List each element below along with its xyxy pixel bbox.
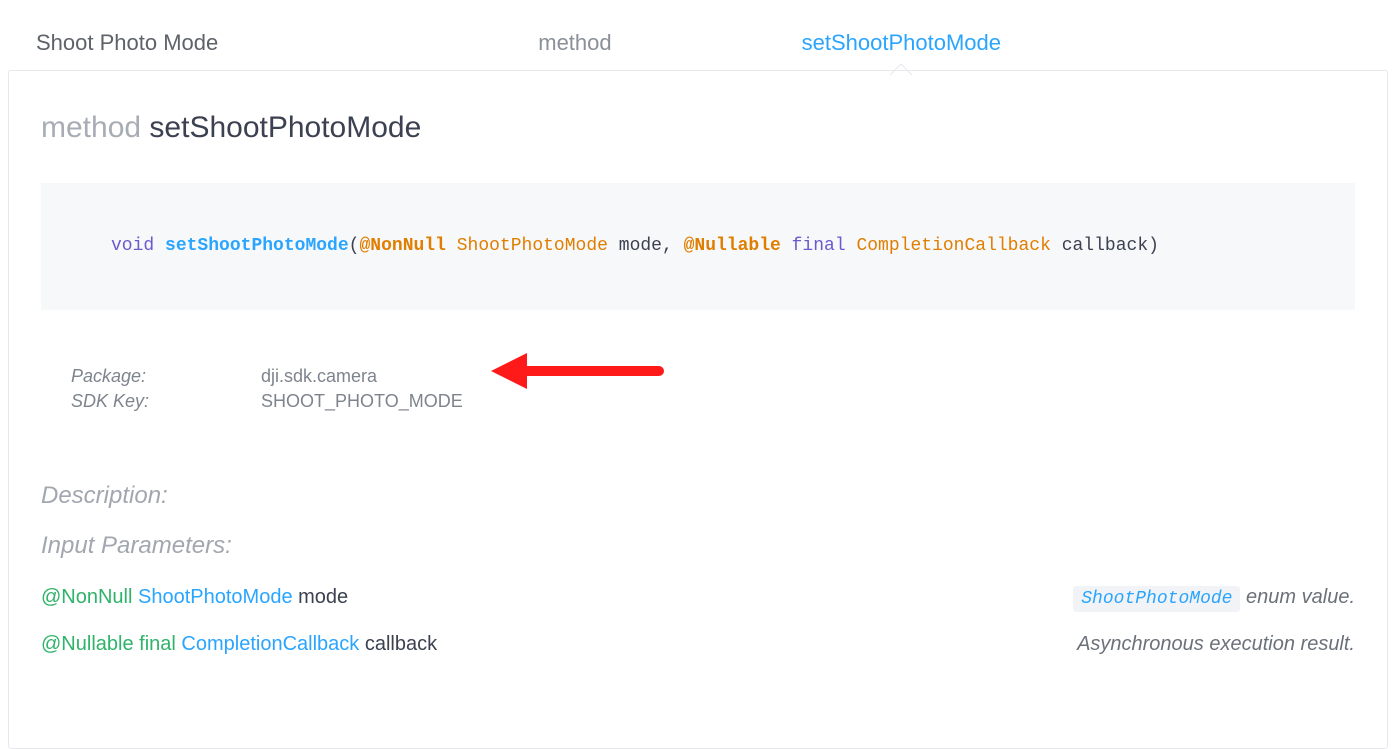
breadcrumb-tabs: Shoot Photo Mode method setShootPhotoMod… — [0, 0, 1396, 70]
tab-method[interactable]: method — [538, 24, 611, 62]
sig-rparen: ) — [1148, 236, 1159, 256]
sig-type2: CompletionCallback — [856, 236, 1050, 256]
sig-kw-void: void — [111, 236, 154, 256]
params-list: @NonNull ShootPhotoMode mode ShootPhotoM… — [41, 582, 1355, 656]
sig-name1: mode — [619, 236, 662, 256]
sig-lparen: ( — [349, 236, 360, 256]
param-desc-text: enum value. — [1240, 586, 1355, 608]
param-desc: ShootPhotoMode enum value. — [1073, 586, 1355, 609]
sig-kw-final: final — [792, 236, 846, 256]
param-desc-chip[interactable]: ShootPhotoMode — [1073, 586, 1240, 612]
param-left: @NonNull ShootPhotoMode mode — [41, 586, 348, 609]
param-left: @Nullable final CompletionCallback callb… — [41, 633, 437, 656]
param-row: @Nullable final CompletionCallback callb… — [41, 633, 1355, 656]
param-type[interactable]: CompletionCallback — [181, 633, 359, 655]
sig-name2: callback — [1062, 236, 1148, 256]
title-prefix: method — [41, 111, 141, 144]
param-row: @NonNull ShootPhotoMode mode ShootPhotoM… — [41, 586, 1355, 609]
meta-block: Package: dji.sdk.camera SDK Key: SHOOT_P… — [41, 366, 1355, 412]
tab-active-label: setShootPhotoMode — [802, 30, 1001, 55]
meta-row-sdkkey: SDK Key: SHOOT_PHOTO_MODE — [71, 391, 1355, 412]
param-name: mode — [298, 586, 348, 608]
method-panel: method setShootPhotoMode void setShootPh… — [8, 70, 1388, 749]
sig-comma: , — [662, 236, 684, 256]
param-ann: @NonNull — [41, 586, 132, 608]
meta-package-value: dji.sdk.camera — [261, 366, 377, 387]
title-name: setShootPhotoMode — [149, 111, 421, 144]
meta-sdkkey-value: SHOOT_PHOTO_MODE — [261, 391, 463, 412]
signature-codebox: void setShootPhotoMode(@NonNull ShootPho… — [41, 183, 1355, 310]
section-description: Description: — [41, 482, 1355, 510]
tab-shoot-photo-mode[interactable]: Shoot Photo Mode — [36, 24, 218, 62]
param-kw: final — [139, 633, 176, 655]
meta-row-package: Package: dji.sdk.camera — [71, 366, 1355, 387]
param-desc-text: Asynchronous execution result. — [1077, 633, 1355, 655]
meta-sdkkey-label: SDK Key: — [71, 391, 261, 412]
sig-type1: ShootPhotoMode — [457, 236, 608, 256]
param-type[interactable]: ShootPhotoMode — [138, 586, 293, 608]
section-input-params: Input Parameters: — [41, 532, 1355, 560]
param-desc: Asynchronous execution result. — [1077, 633, 1355, 656]
sig-ann1: @NonNull — [359, 236, 445, 256]
sig-ann2: @Nullable — [684, 236, 781, 256]
param-name: callback — [365, 633, 437, 655]
method-title: method setShootPhotoMode — [41, 111, 1355, 145]
tab-setshootphotomode[interactable]: setShootPhotoMode — [802, 24, 1001, 62]
meta-package-label: Package: — [71, 366, 261, 387]
param-ann: @Nullable — [41, 633, 134, 655]
sig-fn-name: setShootPhotoMode — [165, 236, 349, 256]
